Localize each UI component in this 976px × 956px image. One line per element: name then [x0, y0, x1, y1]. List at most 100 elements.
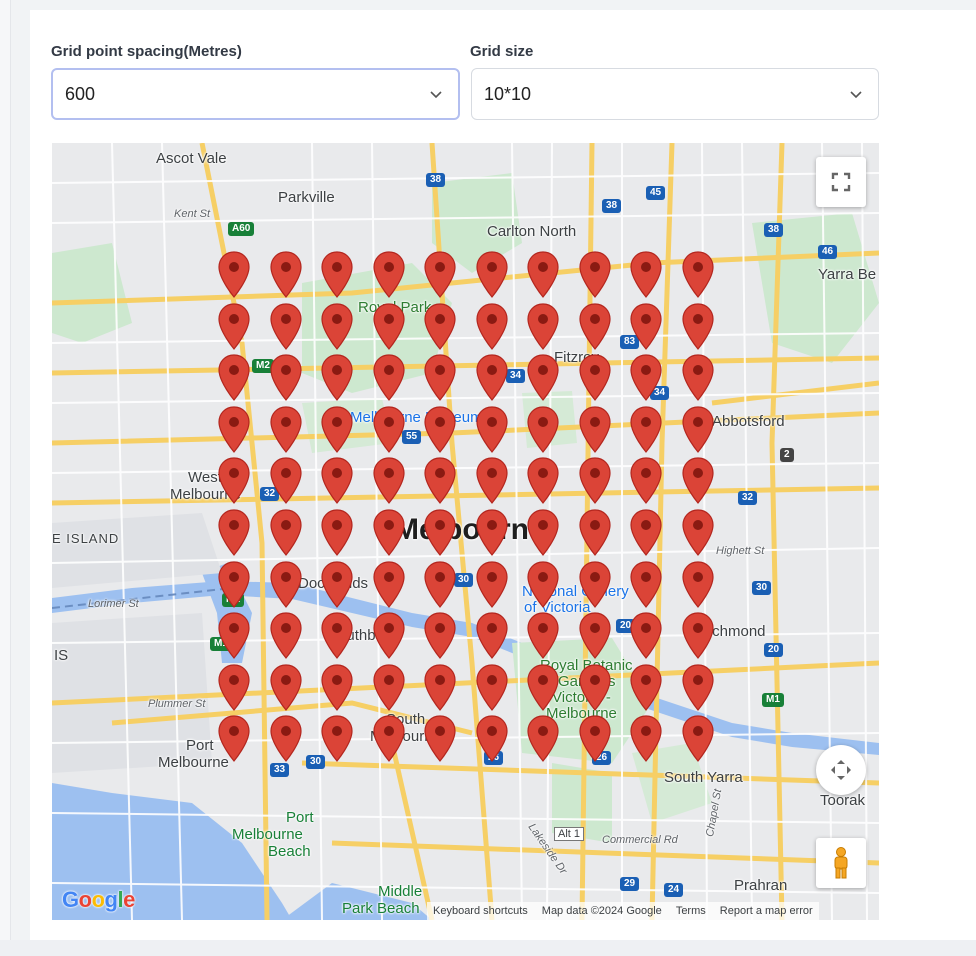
map-marker[interactable]	[372, 302, 406, 351]
map-marker[interactable]	[423, 715, 457, 763]
map-marker[interactable]	[681, 457, 715, 505]
camera-control-button[interactable]	[816, 745, 866, 795]
map-marker[interactable]	[475, 251, 509, 299]
map-marker[interactable]	[423, 354, 457, 402]
map-marker[interactable]	[372, 664, 406, 712]
map-marker[interactable]	[578, 664, 612, 712]
map-marker[interactable]	[372, 251, 406, 299]
map-marker[interactable]	[475, 302, 509, 351]
terms-link[interactable]: Terms	[676, 905, 706, 917]
map-marker[interactable]	[578, 406, 612, 454]
map-marker[interactable]	[269, 509, 303, 557]
map-marker[interactable]	[629, 354, 663, 402]
spacing-select[interactable]: 600	[51, 68, 460, 120]
map-marker[interactable]	[629, 251, 663, 299]
map-marker[interactable]	[629, 457, 663, 505]
map-marker[interactable]	[269, 406, 303, 454]
map-marker[interactable]	[578, 251, 612, 299]
map-marker[interactable]	[423, 509, 457, 557]
map-marker[interactable]	[475, 457, 509, 505]
map-marker[interactable]	[475, 664, 509, 712]
map-marker[interactable]	[372, 715, 406, 763]
map-marker[interactable]	[578, 560, 612, 609]
map-marker[interactable]	[269, 612, 303, 660]
map-marker[interactable]	[320, 509, 354, 557]
map-marker[interactable]	[372, 406, 406, 454]
map-marker[interactable]	[681, 509, 715, 557]
map-marker[interactable]	[320, 457, 354, 505]
map-marker[interactable]	[217, 406, 251, 454]
map-marker[interactable]	[372, 457, 406, 505]
map-marker[interactable]	[423, 302, 457, 351]
map-marker[interactable]	[217, 251, 251, 299]
map-marker[interactable]	[475, 612, 509, 660]
map-marker[interactable]	[681, 664, 715, 712]
fullscreen-button[interactable]	[816, 157, 866, 207]
map-marker[interactable]	[320, 664, 354, 712]
map-marker[interactable]	[423, 457, 457, 505]
map-marker[interactable]	[629, 715, 663, 763]
map-marker[interactable]	[269, 664, 303, 712]
map-marker[interactable]	[475, 509, 509, 557]
map-marker[interactable]	[578, 302, 612, 351]
map-marker[interactable]	[423, 406, 457, 454]
map-marker[interactable]	[629, 406, 663, 454]
map-marker[interactable]	[629, 302, 663, 351]
map-marker[interactable]	[475, 354, 509, 402]
map-marker[interactable]	[423, 560, 457, 609]
map-marker[interactable]	[320, 715, 354, 763]
map-marker[interactable]	[372, 509, 406, 557]
map-marker[interactable]	[526, 354, 560, 402]
map-marker[interactable]	[526, 509, 560, 557]
map-marker[interactable]	[475, 715, 509, 763]
map-marker[interactable]	[320, 406, 354, 454]
map-marker[interactable]	[269, 251, 303, 299]
map-marker[interactable]	[578, 354, 612, 402]
map-marker[interactable]	[526, 406, 560, 454]
map-marker[interactable]	[320, 354, 354, 402]
map-marker[interactable]	[269, 354, 303, 402]
map-marker[interactable]	[217, 302, 251, 351]
map-marker[interactable]	[681, 251, 715, 299]
map-marker[interactable]	[629, 612, 663, 660]
map-marker[interactable]	[217, 457, 251, 505]
size-select[interactable]: 10*10	[471, 68, 879, 120]
keyboard-shortcuts-link[interactable]: Keyboard shortcuts	[433, 905, 528, 917]
report-error-link[interactable]: Report a map error	[720, 905, 813, 917]
map-marker[interactable]	[320, 251, 354, 299]
map-marker[interactable]	[526, 457, 560, 505]
map-marker[interactable]	[681, 354, 715, 402]
map-marker[interactable]	[269, 560, 303, 609]
map-marker[interactable]	[526, 664, 560, 712]
map-marker[interactable]	[629, 509, 663, 557]
map-marker[interactable]	[526, 251, 560, 299]
map-marker[interactable]	[217, 509, 251, 557]
map-marker[interactable]	[320, 612, 354, 660]
map-marker[interactable]	[681, 715, 715, 763]
map-marker[interactable]	[423, 251, 457, 299]
map-marker[interactable]	[217, 612, 251, 660]
map-marker[interactable]	[681, 560, 715, 609]
map-marker[interactable]	[681, 612, 715, 660]
map-view[interactable]: Ascot Vale Parkville Kent St Carlton Nor…	[52, 143, 879, 920]
map-marker[interactable]	[578, 509, 612, 557]
map-marker[interactable]	[526, 715, 560, 763]
map-marker[interactable]	[372, 354, 406, 402]
street-view-button[interactable]	[816, 838, 866, 888]
map-marker[interactable]	[423, 612, 457, 660]
map-marker[interactable]	[217, 664, 251, 712]
map-marker[interactable]	[475, 560, 509, 609]
map-marker[interactable]	[217, 715, 251, 763]
map-marker[interactable]	[578, 457, 612, 505]
map-marker[interactable]	[372, 560, 406, 609]
map-marker[interactable]	[269, 302, 303, 351]
map-marker[interactable]	[578, 715, 612, 763]
map-marker[interactable]	[526, 560, 560, 609]
map-marker[interactable]	[475, 406, 509, 454]
map-marker[interactable]	[681, 406, 715, 454]
map-marker[interactable]	[423, 664, 457, 712]
map-marker[interactable]	[526, 302, 560, 351]
map-marker[interactable]	[629, 560, 663, 609]
map-marker[interactable]	[320, 560, 354, 609]
map-marker[interactable]	[269, 715, 303, 763]
